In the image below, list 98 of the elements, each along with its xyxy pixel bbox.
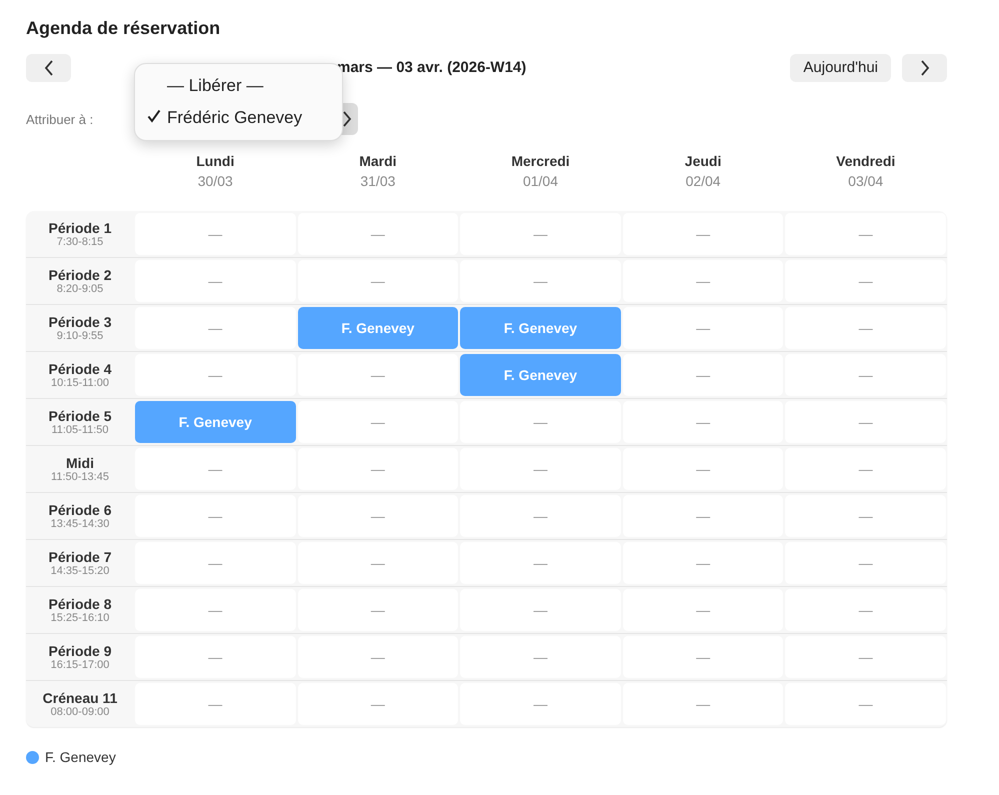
empty-slot[interactable]: — bbox=[135, 260, 296, 302]
empty-slot[interactable]: — bbox=[298, 683, 458, 725]
day-name: Mardi bbox=[359, 153, 397, 169]
period-time: 9:10-9:55 bbox=[56, 330, 104, 342]
period-time: 16:15-17:00 bbox=[50, 659, 110, 671]
empty-slot[interactable]: — bbox=[622, 307, 784, 349]
period-label: Période 5 bbox=[48, 408, 112, 424]
empty-slot[interactable]: — bbox=[460, 589, 621, 631]
empty-slot[interactable]: — bbox=[298, 448, 458, 490]
empty-slot[interactable]: — bbox=[785, 213, 946, 255]
period-time: 7:30-8:15 bbox=[56, 236, 104, 248]
period-time: 11:05-11:50 bbox=[51, 424, 109, 436]
empty-slot[interactable]: — bbox=[460, 495, 621, 537]
day-name: Jeudi bbox=[684, 153, 722, 169]
chevron-right-icon bbox=[920, 60, 930, 76]
empty-slot[interactable]: — bbox=[135, 542, 296, 584]
empty-slot[interactable]: — bbox=[135, 636, 296, 678]
empty-slot[interactable]: — bbox=[622, 213, 784, 255]
empty-slot[interactable]: — bbox=[298, 495, 458, 537]
empty-slot[interactable]: — bbox=[298, 589, 458, 631]
empty-slot[interactable]: — bbox=[622, 495, 784, 537]
period-time: 13:45-14:30 bbox=[50, 518, 110, 530]
empty-slot[interactable]: — bbox=[785, 401, 946, 443]
empty-slot[interactable]: — bbox=[298, 542, 458, 584]
day-date: 31/03 bbox=[360, 173, 396, 189]
empty-slot[interactable]: — bbox=[135, 495, 296, 537]
booking-block[interactable]: F. Genevey bbox=[460, 307, 621, 349]
period-time: 08:00-09:00 bbox=[50, 706, 110, 718]
empty-slot[interactable]: — bbox=[460, 542, 621, 584]
empty-slot[interactable]: — bbox=[298, 401, 458, 443]
period-label: Période 3 bbox=[48, 314, 112, 330]
period-label: Période 7 bbox=[48, 549, 112, 565]
assign-label: Attribuer à : bbox=[26, 112, 94, 126]
empty-slot[interactable]: — bbox=[622, 448, 784, 490]
booking-block[interactable]: F. Genevey bbox=[298, 307, 458, 349]
period-time: 15:25-16:10 bbox=[50, 612, 110, 624]
chevron-left-icon bbox=[44, 60, 54, 76]
menu-item[interactable]: — Libérer — bbox=[135, 70, 342, 102]
empty-slot[interactable]: — bbox=[622, 401, 784, 443]
booking-block[interactable]: F. Genevey bbox=[135, 401, 296, 443]
empty-slot[interactable]: — bbox=[785, 542, 946, 584]
empty-slot[interactable]: — bbox=[298, 636, 458, 678]
legend-label: F. Genevey bbox=[45, 749, 116, 765]
empty-slot[interactable]: — bbox=[785, 636, 946, 678]
empty-slot[interactable]: — bbox=[785, 589, 946, 631]
next-week-button[interactable] bbox=[902, 54, 947, 82]
empty-slot[interactable]: — bbox=[785, 683, 946, 725]
day-date: 03/04 bbox=[848, 173, 884, 189]
day-date: 30/03 bbox=[198, 173, 233, 189]
period-label: Midi bbox=[66, 455, 94, 471]
empty-slot[interactable]: — bbox=[460, 683, 621, 725]
empty-slot[interactable]: — bbox=[785, 495, 946, 537]
empty-slot[interactable]: — bbox=[135, 589, 296, 631]
empty-slot[interactable]: — bbox=[622, 542, 784, 584]
day-name: Mercredi bbox=[511, 153, 570, 169]
empty-slot[interactable]: — bbox=[460, 213, 621, 255]
empty-slot[interactable]: — bbox=[135, 213, 296, 255]
empty-slot[interactable]: — bbox=[460, 636, 621, 678]
day-name: Vendredi bbox=[836, 153, 896, 169]
empty-slot[interactable]: — bbox=[460, 260, 621, 302]
period-label: Période 8 bbox=[48, 596, 112, 612]
menu-item[interactable]: Frédéric Genevey bbox=[135, 102, 342, 134]
empty-slot[interactable]: — bbox=[298, 213, 458, 255]
previous-week-button[interactable] bbox=[26, 54, 71, 82]
empty-slot[interactable]: — bbox=[460, 401, 621, 443]
empty-slot[interactable]: — bbox=[298, 260, 458, 302]
period-label: Période 6 bbox=[48, 502, 112, 518]
period-label: Période 1 bbox=[48, 220, 112, 236]
day-date: 02/04 bbox=[686, 173, 721, 189]
empty-slot[interactable]: — bbox=[298, 354, 458, 396]
booking-block[interactable]: F. Genevey bbox=[460, 354, 621, 396]
empty-slot[interactable]: — bbox=[785, 307, 946, 349]
page-title: Agenda de réservation bbox=[26, 18, 222, 39]
empty-slot[interactable]: — bbox=[622, 589, 784, 631]
empty-slot[interactable]: — bbox=[622, 683, 784, 725]
period-label: Période 4 bbox=[48, 361, 112, 377]
empty-slot[interactable]: — bbox=[785, 260, 946, 302]
empty-slot[interactable]: — bbox=[622, 354, 784, 396]
empty-slot[interactable]: — bbox=[135, 448, 296, 490]
empty-slot[interactable]: — bbox=[785, 354, 946, 396]
period-label: Période 2 bbox=[48, 267, 112, 283]
empty-slot[interactable]: — bbox=[135, 307, 296, 349]
period-time: 11:50-13:45 bbox=[51, 471, 109, 483]
empty-slot[interactable]: — bbox=[622, 260, 784, 302]
period-time: 10:15-11:00 bbox=[51, 377, 109, 389]
period-label: Créneau 11 bbox=[42, 690, 118, 706]
chevron-right-icon bbox=[342, 111, 352, 127]
empty-slot[interactable]: — bbox=[135, 683, 296, 725]
period-time: 8:20-9:05 bbox=[56, 283, 104, 295]
empty-slot[interactable]: — bbox=[135, 354, 296, 396]
period-time: 14:35-15:20 bbox=[50, 565, 110, 577]
empty-slot[interactable]: — bbox=[460, 448, 621, 490]
day-name: Lundi bbox=[196, 153, 234, 169]
period-label: Période 9 bbox=[48, 643, 112, 659]
empty-slot[interactable]: — bbox=[785, 448, 946, 490]
empty-slot[interactable]: — bbox=[622, 636, 784, 678]
today-button[interactable]: Aujourd'hui bbox=[790, 54, 891, 82]
day-date: 01/04 bbox=[522, 173, 558, 189]
